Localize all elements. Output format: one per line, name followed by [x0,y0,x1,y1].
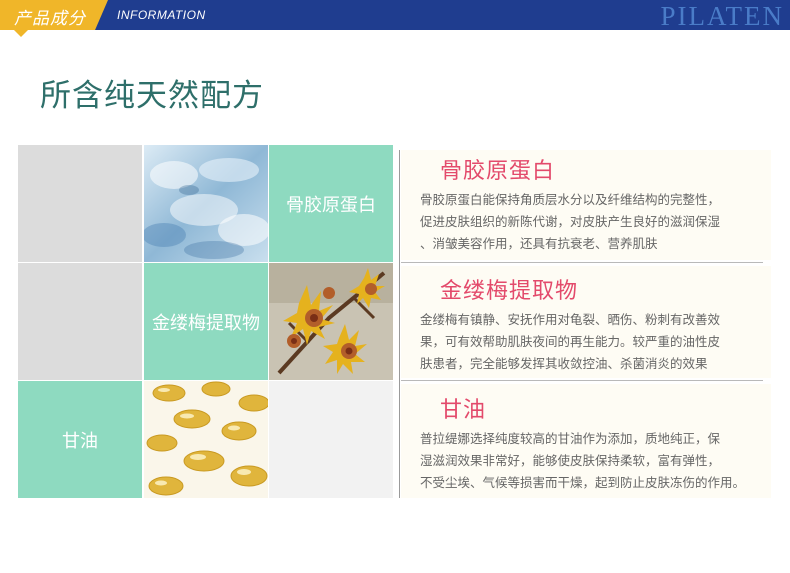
header-bar: 产品成分 INFORMATION PILATEN [0,0,790,31]
item-desc-collagen: 骨胶原蛋白能保持角质层水分以及纤维结构的完整性， 促进皮肤组织的新陈代谢，对皮肤… [420,189,782,255]
header-tab-title: 产品成分 [14,9,86,29]
grid-cell-light [269,381,393,498]
desc-line: 肤患者，完全能够发挥其收敛控油、杀菌消炎的效果 [420,356,708,371]
item-title-collagen: 骨胶原蛋白 [440,159,556,184]
row-divider [401,262,763,263]
row-divider [401,380,763,381]
header-tab-pointer [14,30,28,37]
collagen-image [144,145,268,262]
desc-line: 骨胶原蛋白能保持角质层水分以及纤维结构的完整性， [420,192,721,207]
desc-line: 果，可有效帮助肌肤夜间的再生能力。较严重的油性皮 [420,334,721,349]
grid-label-witch-hazel: 金缕梅提取物 [144,263,268,380]
item-title-witch-hazel: 金缕梅提取物 [440,279,579,304]
desc-line: 不受尘埃、气候等损害而干燥，起到防止皮肤冻伤的作用。 [420,475,746,490]
brand-logo: PILATEN [660,1,784,31]
vertical-divider [399,150,400,498]
desc-line: 金缕梅有镇静、安抚作用对龟裂、晒伤、粉刺有改善效 [420,312,721,327]
glycerin-capsules-image [144,381,268,498]
item-title-glycerin: 甘油 [440,398,487,423]
desc-line: 、消皱美容作用，还具有抗衰老、营养肌肤 [420,236,658,251]
header-subtitle: INFORMATION [117,8,206,22]
ingredient-grid: 骨胶原蛋白 金缕梅提取物 甘油 [18,145,393,498]
grid-cell-gray [18,145,142,262]
section-title: 所含纯天然配方 [40,78,264,114]
desc-line: 促进皮肤组织的新陈代谢，对皮肤产生良好的滋润保湿 [420,214,721,229]
witch-hazel-image [269,263,393,380]
item-desc-glycerin: 普拉缇娜选择纯度较高的甘油作为添加，质地纯正，保 湿滋润效果非常好，能够使皮肤保… [420,428,782,494]
desc-line: 湿滋润效果非常好，能够使皮肤保持柔软，富有弹性， [420,453,721,468]
grid-label-glycerin: 甘油 [18,381,142,498]
item-desc-witch-hazel: 金缕梅有镇静、安抚作用对龟裂、晒伤、粉刺有改善效 果，可有效帮助肌肤夜间的再生能… [420,309,782,375]
grid-cell-gray [18,263,142,380]
desc-line: 普拉缇娜选择纯度较高的甘油作为添加，质地纯正，保 [420,431,721,446]
grid-label-collagen: 骨胶原蛋白 [269,145,393,262]
